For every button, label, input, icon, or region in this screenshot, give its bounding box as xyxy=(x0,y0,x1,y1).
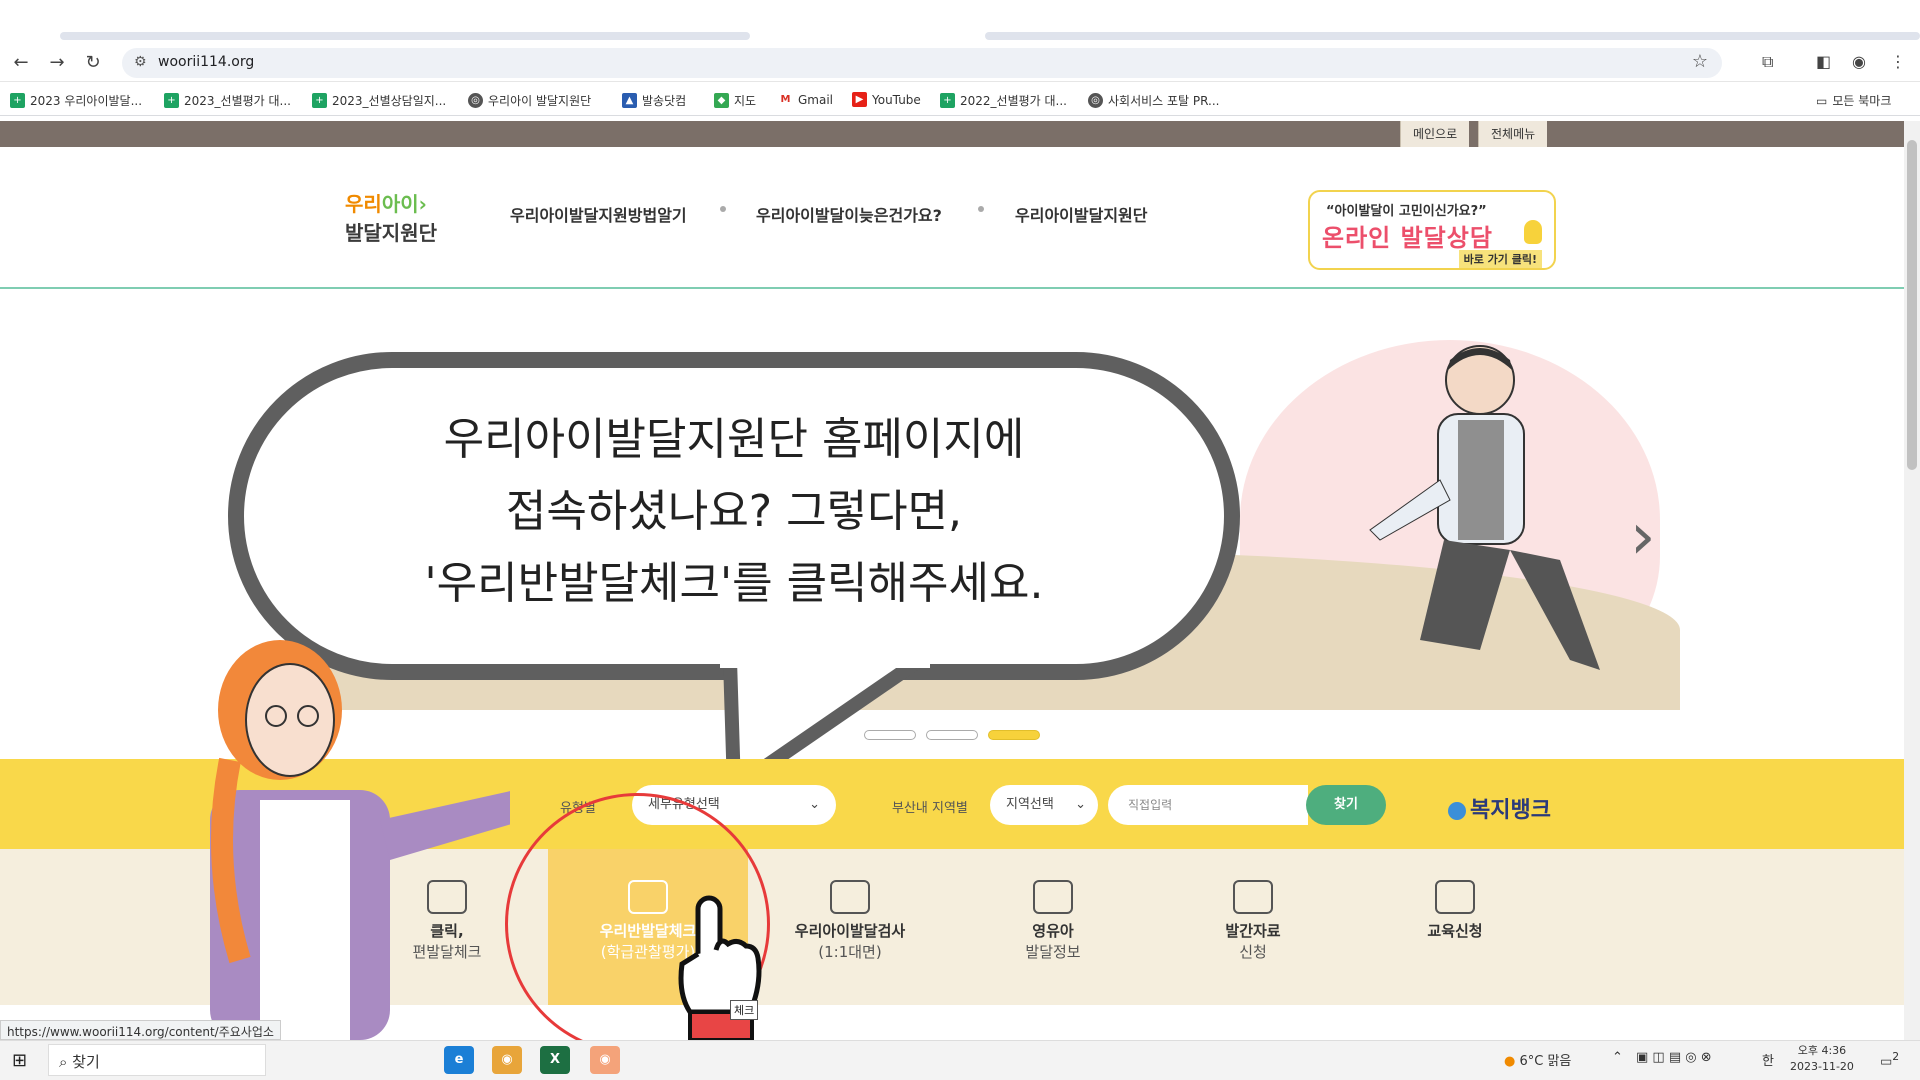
welfare-bank-icon xyxy=(1448,802,1466,820)
site-icon: ▲ xyxy=(622,93,637,108)
book-icon xyxy=(1233,880,1273,914)
next-slide-icon[interactable]: › xyxy=(1630,500,1656,574)
notification-icon[interactable]: ▭2 xyxy=(1880,1050,1899,1069)
folder-icon: ▭ xyxy=(1816,93,1828,108)
consult-icon xyxy=(830,880,870,914)
gnb-item-support-team[interactable]: 우리아이발달지원단 xyxy=(1015,202,1147,226)
leaf-icon: › xyxy=(418,192,427,216)
ime-indicator[interactable]: 한 xyxy=(1762,1050,1774,1069)
taskbar-search[interactable]: ⌕ 찾기 xyxy=(48,1044,266,1076)
bookmark-item[interactable]: ◎ 우리아이 발달지원단 xyxy=(468,92,591,109)
sheets-icon: + xyxy=(940,93,955,108)
chrome-profile-icon[interactable]: ◉ xyxy=(590,1046,620,1074)
bookmark-item[interactable]: ▶ YouTube xyxy=(852,92,921,107)
gmail-icon: M xyxy=(778,92,793,107)
back-icon[interactable]: ← xyxy=(8,50,34,76)
taskbar-clock[interactable]: 오후 4:36 2023-11-20 xyxy=(1790,1043,1854,1075)
sun-icon: ● xyxy=(1504,1054,1516,1069)
region-select[interactable]: 지역선택 ⌄ xyxy=(990,785,1098,825)
menu-kebab-icon[interactable]: ⋮ xyxy=(1890,52,1906,71)
speech-bubble: 우리아이발달지원단 홈페이지에 접속하셨나요? 그렇다면, '우리반발달체크'를… xyxy=(228,352,1240,680)
windows-taskbar xyxy=(0,1040,1920,1080)
main-button[interactable]: 메인으로 xyxy=(1400,121,1470,147)
chevron-down-icon: ⌄ xyxy=(809,797,820,812)
quick-item-education[interactable]: 교육신청 xyxy=(1370,880,1540,941)
graduation-cap-icon xyxy=(1435,880,1475,914)
bookmark-item[interactable]: +2023_선별평가 대... xyxy=(164,92,291,109)
gnb-divider xyxy=(978,206,984,212)
sheets-icon: + xyxy=(10,93,25,108)
bookmark-item[interactable]: ▲ 발송닷컴 xyxy=(622,92,686,109)
direct-input[interactable]: 직접입력 xyxy=(1108,785,1308,825)
url-bar[interactable]: ⚙ woorii114.org ☆ xyxy=(122,48,1722,78)
maps-icon: ◆ xyxy=(714,93,729,108)
all-menu-button[interactable]: 전체메뉴 xyxy=(1478,121,1548,147)
bookmark-item[interactable]: ◆ 지도 xyxy=(714,92,756,109)
bookmark-item[interactable]: +2023 우리아이발달... xyxy=(10,92,142,109)
edge-icon[interactable]: e xyxy=(444,1046,474,1074)
browser-tabstrip xyxy=(0,0,1920,44)
side-panel-icon[interactable]: ◧ xyxy=(1816,52,1831,71)
url-text: woorii114.org xyxy=(158,54,255,70)
gnb-item-late-development[interactable]: 우리아이발달이늦은건가요? xyxy=(756,202,942,226)
extensions-icon[interactable]: ⧉ xyxy=(1762,52,1773,72)
site-logo[interactable]: 우리아이› 발달지원단 xyxy=(345,188,437,246)
find-button[interactable]: 찾기 xyxy=(1306,785,1386,825)
online-consult-banner[interactable]: “아이발달이 고민이신가요?” 온라인 발달상담 바로 가기 클릭! xyxy=(1308,190,1556,270)
sheets-icon: + xyxy=(164,93,179,108)
bookmark-item[interactable]: M Gmail xyxy=(778,92,833,107)
weather-widget[interactable]: ● 6°C 맑음 xyxy=(1504,1050,1571,1069)
windows-start-icon[interactable]: ⊞ xyxy=(12,1050,27,1071)
browser-tab[interactable] xyxy=(60,32,750,40)
globe-icon: ◎ xyxy=(468,93,483,108)
lightbulb-icon xyxy=(1524,220,1542,244)
link-status-bar: https://www.woorii114.org/content/주요사업소 xyxy=(0,1020,281,1040)
forward-icon[interactable]: → xyxy=(44,50,70,76)
bookmark-item[interactable]: +2023_선별상담일지... xyxy=(312,92,446,109)
globe-icon: ◎ xyxy=(1088,93,1103,108)
bookmark-star-icon[interactable]: ☆ xyxy=(1692,51,1708,72)
quick-item-development-test[interactable]: 우리아이발달검사 (1:1대면) xyxy=(766,880,934,962)
browser-tab[interactable] xyxy=(985,32,1920,40)
site-header xyxy=(0,147,1904,289)
bookmarks-bar: +2023 우리아이발달... +2023_선별평가 대... +2023_선별… xyxy=(0,84,1920,116)
chevron-down-icon: ⌄ xyxy=(1075,797,1086,812)
bookmark-item[interactable]: +2022_선별평가 대... xyxy=(940,92,1067,109)
slide-dot[interactable] xyxy=(926,730,978,740)
people-icon xyxy=(1033,880,1073,914)
tray-icons[interactable]: ▣ ◫ ▤ ◎ ⊗ xyxy=(1636,1050,1712,1065)
girl-illustration xyxy=(210,640,510,1040)
excel-icon[interactable]: X xyxy=(540,1046,570,1074)
site-info-icon[interactable]: ⚙ xyxy=(134,54,147,70)
scrollbar-thumb[interactable] xyxy=(1907,140,1917,470)
quick-item-infant-info[interactable]: 영유아 발달정보 xyxy=(968,880,1138,962)
youtube-icon: ▶ xyxy=(852,92,867,107)
profile-icon[interactable]: ◉ xyxy=(1852,52,1866,71)
gnb-divider xyxy=(720,206,726,212)
kneeling-man-illustration xyxy=(1369,345,1600,670)
welfare-bank-link[interactable]: 복지뱅크 xyxy=(1448,792,1551,824)
bookmark-item[interactable]: ◎ 사회서비스 포탈 PR... xyxy=(1088,92,1220,109)
pointer-hand-icon xyxy=(678,895,762,1042)
tooltip: 체크 xyxy=(730,1000,759,1020)
search-icon: ⌕ xyxy=(59,1053,73,1071)
quick-item-publications[interactable]: 발간자료 신청 xyxy=(1168,880,1338,962)
chrome-icon[interactable]: ◉ xyxy=(492,1046,522,1074)
slide-dot-active[interactable] xyxy=(988,730,1040,740)
site-top-bar xyxy=(0,121,1904,147)
tray-chevron-icon[interactable]: ⌃ xyxy=(1612,1050,1623,1065)
region-label: 부산내 지역별 xyxy=(892,801,968,816)
sheets-icon: + xyxy=(312,93,327,108)
gnb-item-methods[interactable]: 우리아이발달지원방법알기 xyxy=(510,202,687,226)
all-bookmarks[interactable]: ▭ 모든 북마크 xyxy=(1816,92,1891,109)
reload-icon[interactable]: ↻ xyxy=(80,50,106,76)
